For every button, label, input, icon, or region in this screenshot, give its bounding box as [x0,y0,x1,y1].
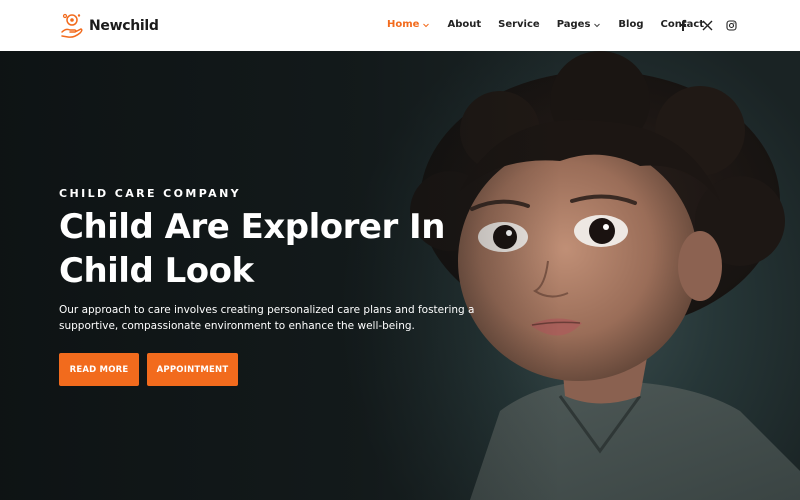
site-header: Newchild Home About Service Pages Blog C… [0,0,800,51]
hero-headline: Child Are Explorer In Child Look [59,205,479,293]
hero-eyebrow: CHILD CARE COMPANY [59,187,242,200]
nav-about[interactable]: About [447,19,481,30]
nav-home[interactable]: Home [387,19,430,30]
instagram-icon [725,19,737,31]
hero-description-line2: supportive, compassionate environment to… [59,320,415,332]
nav-blog-label: Blog [618,19,644,30]
brand-name: Newchild [89,18,159,34]
nav-pages[interactable]: Pages [557,19,602,30]
read-more-button[interactable]: READ MORE [59,353,139,386]
hero-description-line1: Our approach to care involves creating p… [59,304,475,316]
hero-description: Our approach to care involves creating p… [59,302,479,334]
nav-pages-label: Pages [556,19,591,30]
hero-headline-line1: Child Are Explorer In [59,207,445,247]
chevron-down-icon [594,23,601,27]
nav-blog[interactable]: Blog [618,19,643,30]
main-nav: Home About Service Pages Blog Contact [387,19,721,30]
hero-headline-line2: Child Look [59,251,254,291]
x-link[interactable] [700,18,714,32]
nav-home-label: Home [387,19,420,30]
nav-about-label: About [447,19,482,30]
nav-service[interactable]: Service [498,19,540,30]
nav-service-label: Service [498,19,540,30]
instagram-link[interactable] [724,18,738,32]
hand-heart-logo-icon [61,13,83,38]
x-icon [702,20,712,30]
facebook-link[interactable] [676,18,690,32]
facebook-icon [680,19,687,31]
appointment-button[interactable]: APPOINTMENT [147,353,238,386]
chevron-down-icon [423,23,430,27]
brand-logo[interactable]: Newchild [60,12,159,40]
